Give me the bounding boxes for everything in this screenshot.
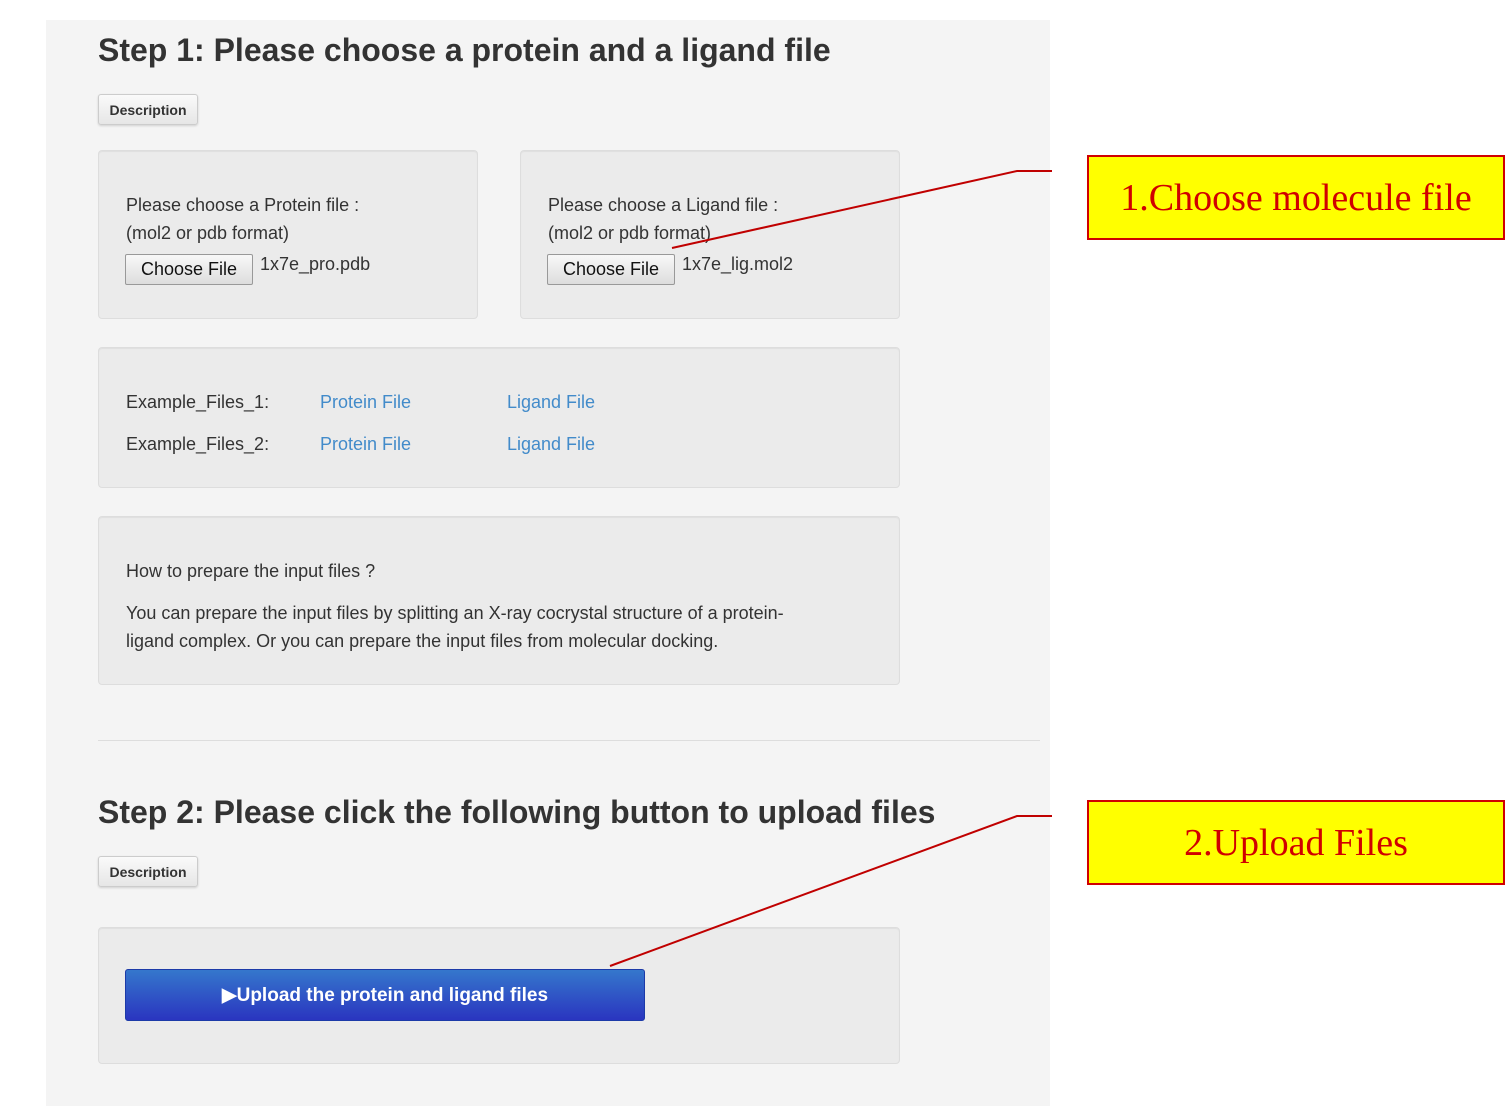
howto-line-1: You can prepare the input files by split…	[126, 603, 784, 623]
play-triangle-icon: ▶	[221, 984, 237, 1006]
upload-files-button[interactable]: ▶Upload the protein and ligand files	[125, 969, 645, 1021]
howto-line-2: ligand complex. Or you can prepare the i…	[126, 631, 719, 651]
example-1-label: Example_Files_1:	[126, 392, 270, 412]
protein-filename: 1x7e_pro.pdb	[260, 254, 371, 274]
example-files-well	[98, 347, 900, 488]
example-1-ligand-link[interactable]: Ligand File	[507, 392, 595, 413]
ligand-filename: 1x7e_lig.mol2	[682, 254, 794, 274]
callout-choose-molecule-file: 1.Choose molecule file	[1087, 155, 1505, 240]
ligand-choose-file-button[interactable]: Choose File	[547, 254, 675, 285]
section-divider	[98, 740, 1040, 741]
step2-description-button[interactable]: Description	[98, 856, 198, 887]
howto-well	[98, 516, 900, 685]
ligand-file-label: Please choose a Ligand file :	[548, 195, 779, 215]
step2-title: Step 2: Please click the following butto…	[98, 794, 936, 830]
step1-title: Step 1: Please choose a protein and a li…	[98, 32, 831, 68]
howto-title: How to prepare the input files ?	[126, 561, 376, 581]
ligand-format-label: (mol2 or pdb format)	[548, 223, 712, 243]
example-2-ligand-link[interactable]: Ligand File	[507, 434, 595, 455]
protein-file-label: Please choose a Protein file :	[126, 195, 360, 215]
step1-description-button[interactable]: Description	[98, 94, 198, 125]
example-2-label: Example_Files_2:	[126, 434, 270, 454]
example-2-protein-link[interactable]: Protein File	[320, 434, 411, 455]
example-1-protein-link[interactable]: Protein File	[320, 392, 411, 413]
protein-format-label: (mol2 or pdb format)	[126, 223, 290, 243]
protein-choose-file-button[interactable]: Choose File	[125, 254, 253, 285]
upload-button-label: Upload the protein and ligand files	[236, 984, 549, 1006]
callout-upload-files: 2.Upload Files	[1087, 800, 1505, 885]
